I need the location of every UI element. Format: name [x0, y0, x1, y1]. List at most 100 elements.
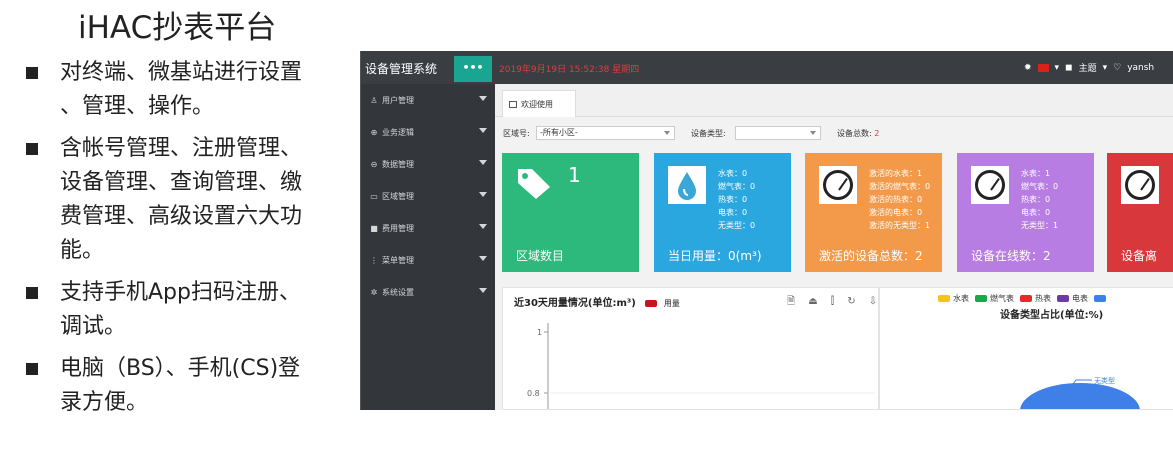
datetime-display: 2019年9月19日 15:52:38 星期四	[499, 65, 640, 75]
gear-icon[interactable]: ✹	[1024, 63, 1032, 73]
bullet-text-line: 设备管理、查询管理、缴	[60, 170, 303, 195]
logic-icon: ⊕	[370, 127, 378, 137]
sidebar-item-label: 费用管理	[382, 223, 414, 233]
stat-line: 激活的热表：0	[869, 195, 923, 204]
stat-line: 激活的燃气表：0	[869, 182, 931, 191]
bullet-square-icon	[26, 67, 38, 79]
stat-line: 燃气表：0	[1021, 182, 1059, 191]
bullet-square-icon	[26, 143, 38, 155]
bullet-text-line: 电脑（BS）、手机(CS)登	[60, 356, 301, 381]
top-bar: 设备管理系统 ••• 2019年9月19日 15:52:38 星期四 ✹ ▾ ◼…	[361, 51, 1173, 84]
device-type-pie-panel: 水表 燃气表 热表 电表 设备类型占比(单位:%) 无类型	[879, 287, 1173, 410]
card-offline-devices[interactable]: 设备离	[1107, 153, 1173, 272]
y-tick-label: 1	[537, 328, 542, 337]
language-flag-icon[interactable]	[1037, 63, 1049, 72]
chevron-down-icon	[810, 131, 816, 135]
chevron-down-icon	[479, 192, 487, 197]
sidebar-item-label: 数据管理	[382, 159, 414, 169]
device-type-select[interactable]	[735, 126, 821, 140]
chevron-down-icon	[479, 288, 487, 293]
bullet-text-line: 费管理、高级设置六大功	[60, 204, 303, 229]
bullet-text-line: 录方便。	[60, 390, 149, 415]
chevron-down-icon	[479, 256, 487, 261]
sidebar-item-fee[interactable]: ■ 费用管理	[361, 212, 495, 244]
theme-icon: ◼	[1065, 62, 1073, 73]
chevron-down-icon	[479, 96, 487, 101]
card-region-count[interactable]: 1 区域数目	[502, 153, 639, 272]
region-select-value: -所有小区-	[540, 128, 578, 137]
gauge-icon	[819, 166, 857, 204]
tag-icon	[518, 169, 550, 199]
more-button[interactable]: •••	[454, 56, 492, 82]
tab-label: 欢迎使用	[521, 99, 553, 109]
chevron-down-icon	[479, 160, 487, 165]
card-bottom-label: 设备在线数：2	[971, 249, 1051, 263]
y-tick-label: 0.8	[527, 389, 540, 398]
sidebar-item-user[interactable]: ♙ 用户管理	[361, 84, 495, 116]
region-select[interactable]: -所有小区-	[536, 126, 675, 140]
sidebar-item-logic[interactable]: ⊕ 业务逻辑	[361, 116, 495, 148]
region-icon: ▭	[370, 191, 378, 201]
sidebar-item-settings[interactable]: ✲ 系统设置	[361, 276, 495, 308]
chevron-down-icon	[479, 224, 487, 229]
pie-slice-label: 无类型	[1094, 376, 1115, 385]
sidebar-item-region[interactable]: ▭ 区域管理	[361, 180, 495, 212]
gauge-icon	[1121, 166, 1159, 204]
card-activated-devices[interactable]: 激活的水表：1 激活的燃气表：0 激活的热表：0 激活的电表：0 激活的无类型：1 激活…	[805, 153, 942, 272]
device-total-label: 设备总数: 2	[837, 128, 879, 139]
pie-chart: 无类型	[1020, 376, 1140, 410]
chevron-down-icon	[664, 131, 670, 135]
bullet-text-line: 调试。	[60, 314, 127, 339]
bullet-text-line: 对终端、微基站进行设置	[60, 60, 303, 85]
stat-line: 电表：0	[718, 208, 748, 217]
bullet-text-line: 支持手机App扫码注册、	[60, 280, 301, 305]
user-name[interactable]: yansh	[1127, 63, 1154, 73]
device-type-label: 设备类型:	[691, 129, 726, 138]
bullet-text-line: 、管理、操作。	[60, 94, 215, 119]
sidebar-item-label: 业务逻辑	[382, 127, 414, 137]
stat-line: 无类型：0	[718, 221, 756, 230]
theme-menu[interactable]: 主题	[1079, 61, 1097, 74]
chevron-down-icon[interactable]: ▾	[1055, 63, 1060, 73]
sidebar-item-menu[interactable]: ⋮ 菜单管理	[361, 244, 495, 276]
card-online-devices[interactable]: 水表：1 燃气表：0 热表：0 电表：0 无类型：1 设备在线数：2	[957, 153, 1094, 272]
slide-title: iHAC抄表平台	[78, 10, 277, 46]
chevron-down-icon[interactable]: ▾	[1103, 63, 1108, 73]
usage-chart-axes: 1 0.8	[527, 323, 875, 409]
region-count-value: 1	[568, 163, 581, 187]
sidebar-item-label: 区域管理	[382, 191, 414, 201]
stat-line: 激活的电表：0	[869, 208, 923, 217]
stat-line: 电表：0	[1021, 208, 1051, 217]
pie-slice[interactable]	[1020, 383, 1140, 410]
tab-welcome[interactable]: 欢迎使用	[502, 90, 576, 117]
menu-icon: ⋮	[370, 255, 378, 265]
app-screenshot: 设备管理系统 ••• 2019年9月19日 15:52:38 星期四 ✹ ▾ ◼…	[360, 51, 1173, 410]
region-label: 区域号:	[503, 129, 530, 138]
sidebar-item-label: 菜单管理	[382, 255, 414, 265]
stat-line: 热表：0	[1021, 195, 1051, 204]
sidebar: ♙ 用户管理 ⊕ 业务逻辑 ⊖ 数据管理 ▭ 区域管理 ■ 费用管理 ⋮ 菜单管理 ✲ 系统设置	[361, 84, 495, 410]
top-right-tools: ✹ ▾ ◼ 主题 ▾ ♡ yansh	[1024, 61, 1154, 75]
card-daily-usage[interactable]: 水表：0 燃气表：0 热表：0 电表：0 无类型：0 当日用量：0(m³)	[654, 153, 791, 272]
settings-icon: ✲	[370, 287, 378, 297]
bullet-item: 支持手机App扫码注册、 调试。	[22, 276, 342, 344]
bullet-text-line: 含帐号管理、注册管理、	[60, 136, 303, 161]
bullet-square-icon	[26, 363, 38, 375]
bullet-list: 对终端、微基站进行设置 、管理、操作。含帐号管理、注册管理、 设备管理、查询管理、缴…	[22, 56, 342, 428]
bullet-item: 含帐号管理、注册管理、 设备管理、查询管理、缴 费管理、高级设置六大功 能。	[22, 132, 342, 268]
fee-icon: ■	[370, 223, 378, 233]
chevron-down-icon	[479, 128, 487, 133]
sidebar-item-data[interactable]: ⊖ 数据管理	[361, 148, 495, 180]
filter-bar: 区域号: -所有小区- 设备类型: 设备总数: 2	[503, 126, 1173, 142]
data-icon: ⊖	[370, 159, 378, 169]
stat-line: 燃气表：0	[718, 182, 756, 191]
device-total-text: 设备总数:	[837, 129, 872, 138]
stat-line: 无类型：1	[1021, 221, 1059, 230]
user-icon: ♡	[1113, 62, 1122, 73]
device-total-value: 2	[874, 129, 880, 138]
stat-line: 水表：1	[1021, 169, 1051, 178]
stats-list: 激活的水表：1 激活的燃气表：0 激活的热表：0 激活的电表：0 激活的无类型：1	[869, 167, 930, 232]
app-brand: 设备管理系统	[365, 62, 438, 76]
stat-line: 热表：0	[718, 195, 748, 204]
water-drop-icon	[668, 166, 706, 204]
